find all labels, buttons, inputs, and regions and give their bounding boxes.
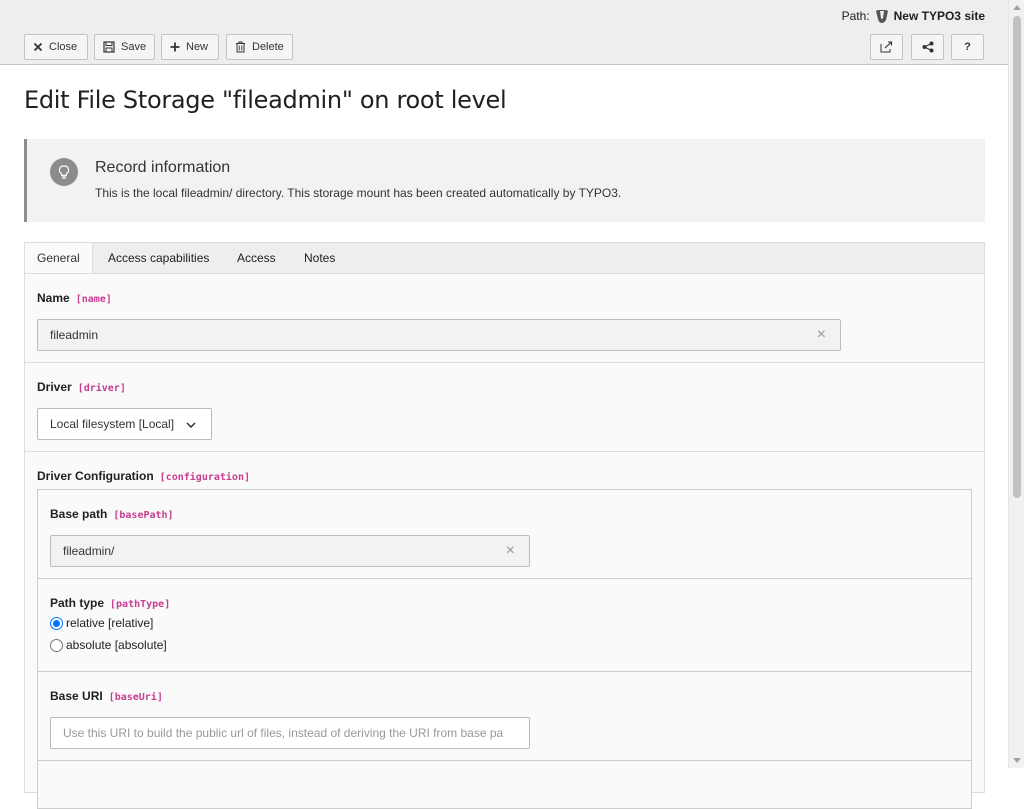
name-field-code: [name]	[75, 294, 112, 305]
docheader: Path: New TYPO3 site Close Save New Dele…	[0, 0, 1008, 65]
page-title: Edit File Storage "fileadmin" on root le…	[24, 86, 507, 114]
driver-field-code: [driver]	[77, 383, 126, 394]
close-icon	[33, 42, 43, 52]
base-path-label-text: Base path	[50, 507, 108, 521]
help-button[interactable]: ?	[951, 34, 984, 60]
base-path-label: Base path [basePath]	[50, 507, 174, 521]
lightbulb-icon	[50, 158, 78, 186]
new-button[interactable]: New	[161, 34, 219, 60]
base-path-input-value: fileadmin/	[63, 544, 115, 558]
name-input-value: fileadmin	[50, 328, 99, 342]
path-type-section: Path type [pathType] relative [relative] …	[38, 579, 971, 672]
driver-label-text: Driver	[37, 380, 72, 394]
base-uri-label: Base URI [baseUri]	[50, 689, 163, 703]
driver-label: Driver [driver]	[37, 380, 126, 394]
save-button-label: Save	[121, 41, 147, 53]
new-button-label: New	[186, 41, 209, 53]
tab-access-capabilities[interactable]: Access capabilities	[96, 243, 221, 275]
relative-radio[interactable]	[50, 616, 63, 630]
delete-button-label: Delete	[252, 41, 284, 53]
path-type-label-text: Path type	[50, 596, 105, 610]
general-tab-panel: Name [name] fileadmin × Driver [driver] Lo…	[24, 273, 985, 809]
base-uri-placeholder: Use this URI to build the public url of …	[63, 726, 504, 740]
external-link-icon	[880, 41, 893, 53]
record-information-callout: Record information This is the local fil…	[24, 139, 985, 222]
share-button[interactable]	[911, 34, 944, 60]
path-type-code: [pathType]	[110, 599, 171, 610]
vertical-scrollbar[interactable]	[1008, 0, 1024, 768]
base-uri-label-text: Base URI	[50, 689, 103, 703]
name-label-text: Name	[37, 291, 70, 305]
scroll-up-arrow-icon[interactable]	[1013, 5, 1021, 10]
callout-text: This is the local fileadmin/ directory. …	[95, 186, 622, 200]
path-type-label: Path type [pathType]	[50, 596, 170, 610]
name-label: Name [name]	[37, 291, 112, 305]
delete-button[interactable]: Delete	[226, 34, 293, 60]
share-icon	[922, 41, 934, 53]
driver-configuration-code: [configuration]	[159, 472, 250, 483]
chevron-down-icon	[186, 409, 196, 439]
relative-radio-label: relative [relative]	[66, 616, 154, 630]
tab-general[interactable]: General	[25, 243, 93, 276]
name-field-section: Name [name] fileadmin ×	[25, 274, 984, 363]
tab-bar: General Access capabilities Access Notes	[24, 242, 985, 276]
base-path-input[interactable]: fileadmin/ ×	[50, 535, 530, 567]
driver-configuration-label-text: Driver Configuration	[37, 469, 154, 483]
scroll-down-arrow-icon[interactable]	[1013, 758, 1021, 763]
driver-field-section: Driver [driver] Local filesystem [Local]	[25, 363, 984, 452]
plus-icon	[170, 42, 180, 52]
path-label: Path:	[841, 9, 870, 23]
name-input[interactable]: fileadmin ×	[37, 319, 841, 351]
typo3-logo-icon	[874, 8, 890, 24]
path-type-option-absolute[interactable]: absolute [absolute]	[50, 638, 167, 652]
driver-configuration-label: Driver Configuration [configuration]	[37, 469, 250, 483]
driver-select[interactable]: Local filesystem [Local]	[37, 408, 212, 440]
trash-icon	[235, 41, 246, 53]
base-uri-input[interactable]: Use this URI to build the public url of …	[50, 717, 530, 749]
save-icon	[103, 41, 115, 53]
base-path-section: Base path [basePath] fileadmin/ ×	[38, 490, 971, 579]
absolute-radio-label: absolute [absolute]	[66, 638, 167, 652]
breadcrumb: Path: New TYPO3 site	[842, 8, 985, 24]
close-button-label: Close	[49, 41, 78, 53]
scrollbar-thumb[interactable]	[1013, 16, 1021, 498]
path-type-option-relative[interactable]: relative [relative]	[50, 616, 153, 630]
save-button[interactable]: Save	[94, 34, 155, 60]
tab-access[interactable]: Access	[225, 243, 288, 275]
base-path-code: [basePath]	[113, 510, 174, 521]
absolute-radio[interactable]	[50, 638, 63, 652]
site-title: New TYPO3 site	[893, 9, 985, 23]
clear-base-path-icon[interactable]: ×	[506, 536, 515, 566]
close-button[interactable]: Close	[24, 34, 88, 60]
tab-notes[interactable]: Notes	[292, 243, 347, 275]
open-in-new-window-button[interactable]	[870, 34, 903, 60]
base-uri-section: Base URI [baseUri] Use this URI to build …	[38, 672, 971, 761]
help-button-label: ?	[964, 41, 971, 53]
clear-name-icon[interactable]: ×	[817, 320, 826, 350]
driver-select-value: Local filesystem [Local]	[50, 417, 175, 431]
driver-configuration-box: Base path [basePath] fileadmin/ × Path ty…	[37, 489, 972, 809]
callout-title: Record information	[95, 159, 231, 176]
base-uri-code: [baseUri]	[108, 692, 163, 703]
